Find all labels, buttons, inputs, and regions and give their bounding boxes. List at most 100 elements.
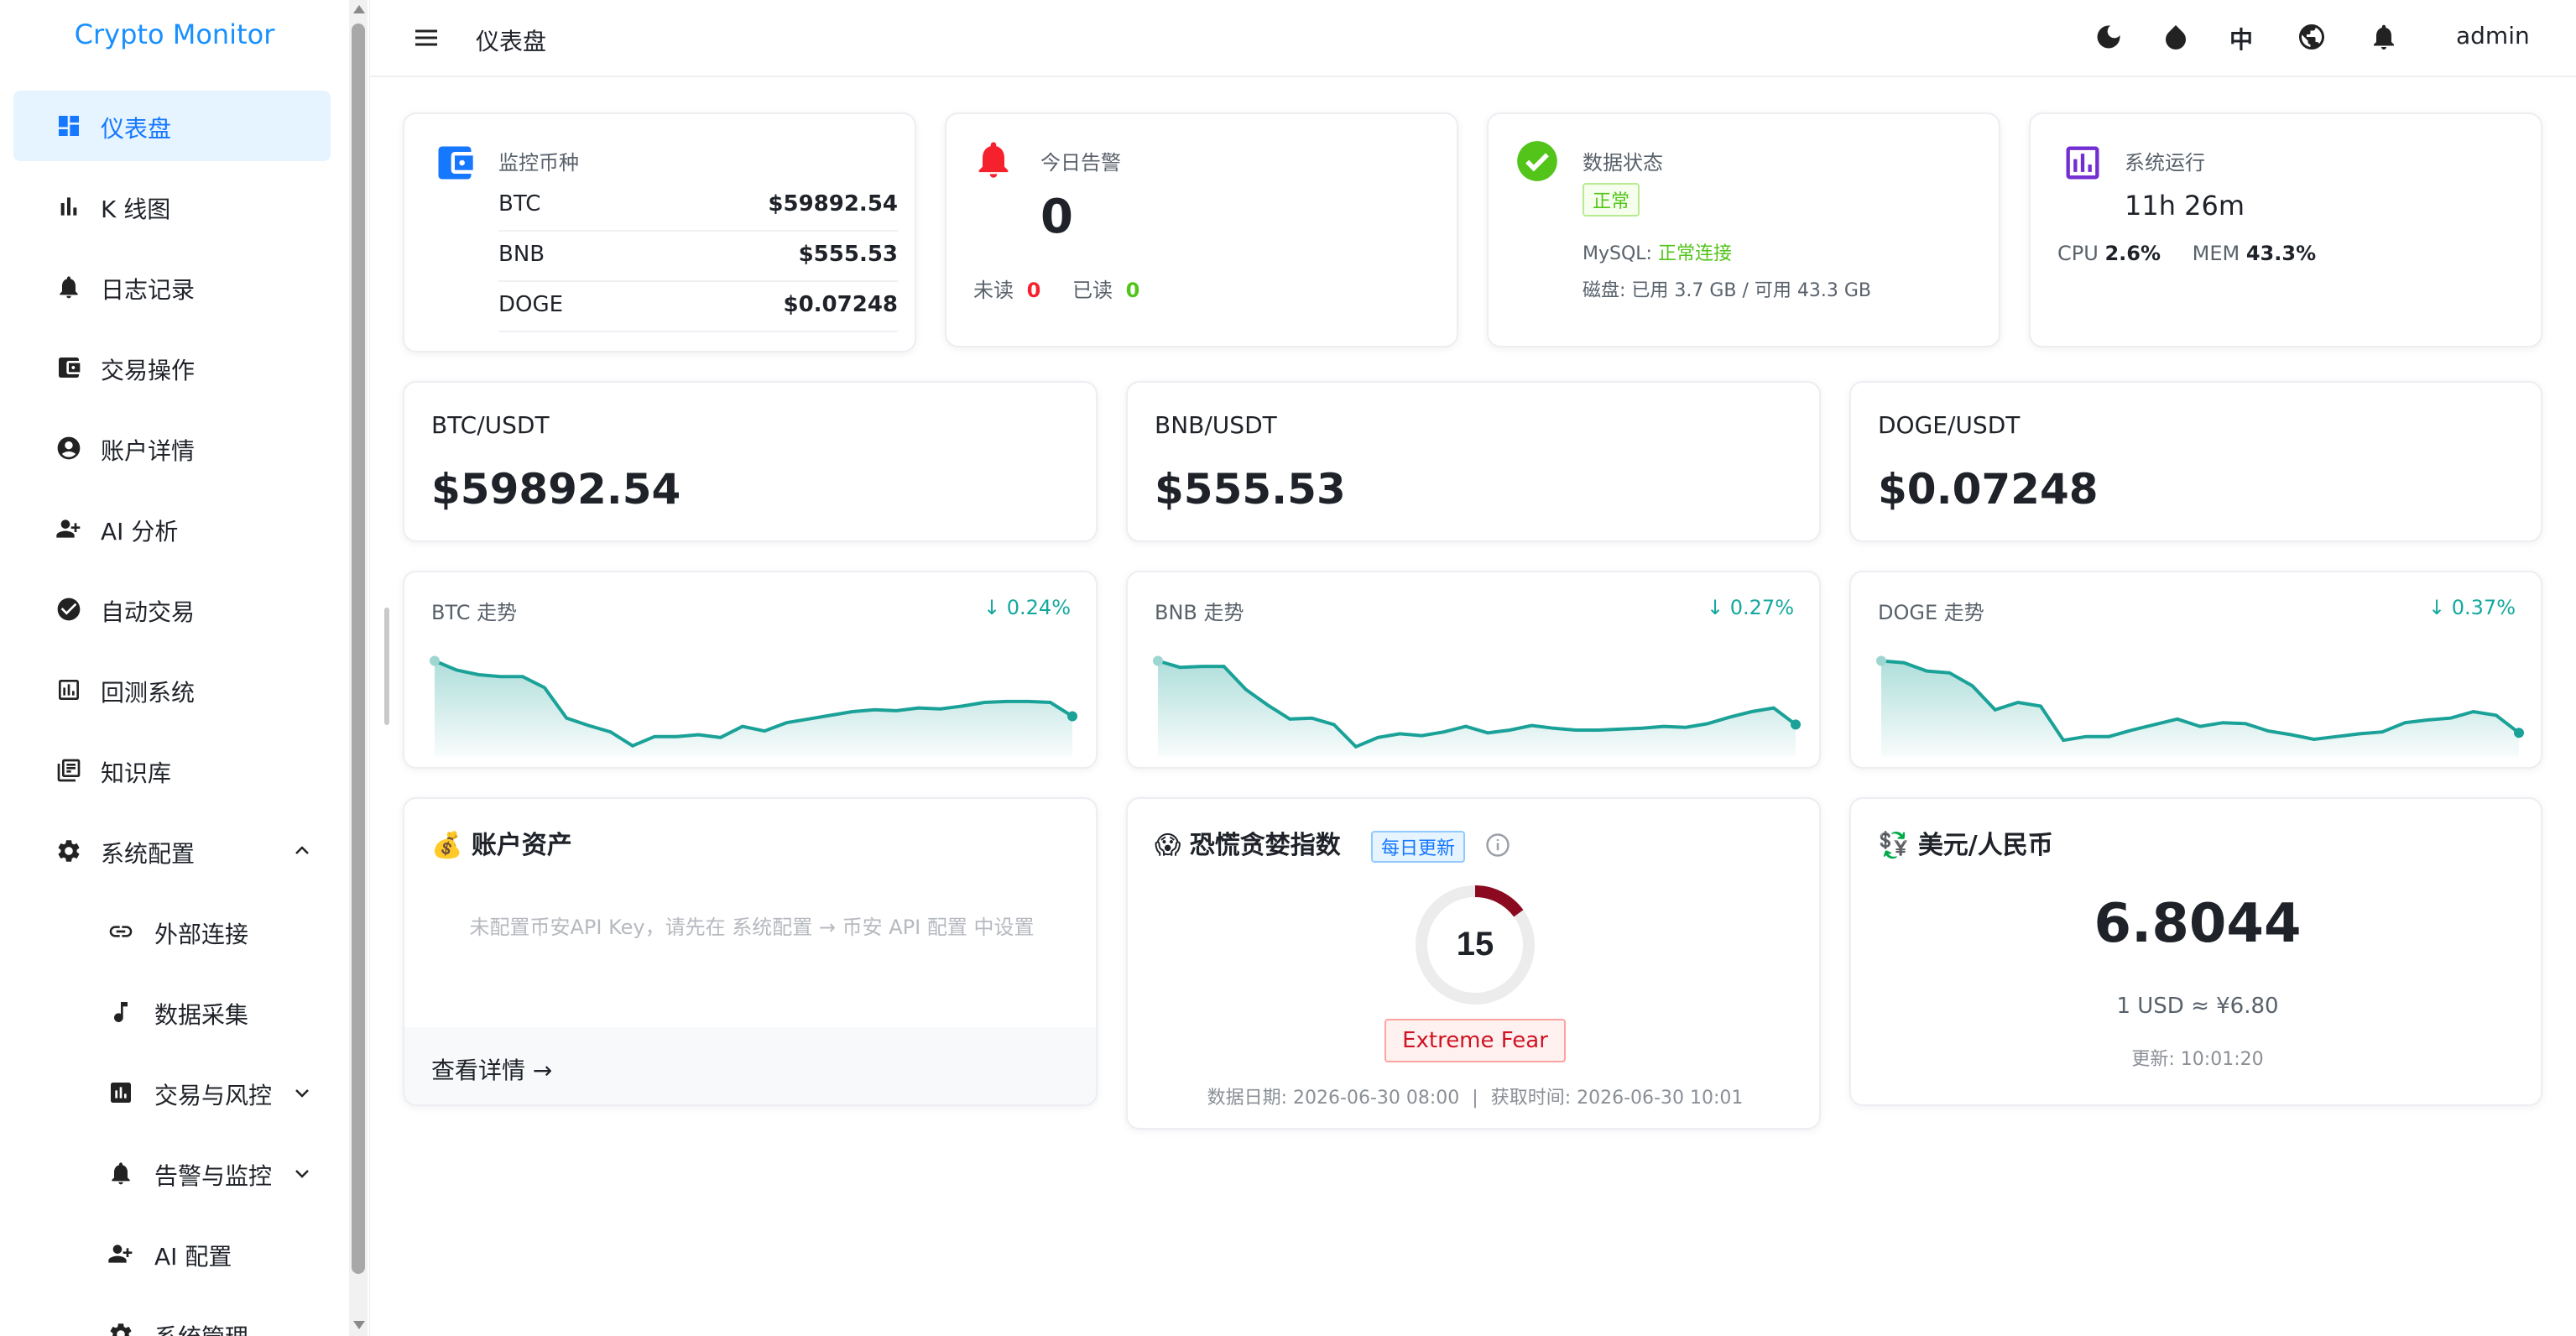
sidebar-item-account[interactable]: 账户详情 (13, 413, 331, 483)
pair-price-card-bnb[interactable]: BNB/USDT $555.53 (1126, 381, 1821, 542)
info-icon[interactable] (1485, 832, 1510, 858)
fx-conversion: 1 USD ≈ ¥6.80 (2116, 994, 2279, 1019)
chart-box-icon (59, 680, 79, 700)
book-icon (57, 759, 81, 782)
sidebar-item-backtest[interactable]: 回测系统 (13, 655, 331, 725)
chart-box-icon (111, 1083, 131, 1103)
assets-empty-message: 未配置币安API Key，请先在 系统配置 → 币安 API 配置 中设置 (469, 916, 1035, 939)
system-runtime-card: 系统运行 11h 26m CPU 2.6% MEM 43.3% (2029, 112, 2542, 347)
account-assets-card: 💰 账户资产 未配置币安API Key，请先在 系统配置 → 币安 API 配置… (403, 797, 1098, 1106)
scrollbar-thumb[interactable] (352, 23, 365, 1274)
chevron-down-icon (295, 1089, 309, 1098)
link-icon (109, 926, 133, 937)
sidebar-item-collect[interactable]: 数据采集 (13, 977, 331, 1047)
sparkline-end-point (1067, 711, 1077, 722)
pair-price: $0.07248 (1878, 465, 2099, 514)
coin-price: $59892.54 (768, 191, 898, 217)
sidebar: Crypto Monitor 仪表盘 K 线图 日志记录 交易操作 账户详情 A… (0, 0, 349, 1336)
card-title: 💰 账户资产 (431, 831, 572, 860)
trend-title: BTC 走势 (431, 601, 518, 624)
alert-count: 0 (1040, 190, 1073, 244)
sidebar-item-trade[interactable]: 交易操作 (13, 332, 331, 403)
sidebar-scrollbar[interactable] (349, 0, 368, 1336)
timestamp-separator: | (1472, 1088, 1478, 1109)
sidebar-item-label: 账户详情 (101, 437, 196, 465)
coin-name: DOGE (498, 292, 564, 317)
sparkline-end-point (1791, 719, 1801, 730)
check-circle-icon (57, 598, 81, 621)
globe-icon[interactable] (2297, 22, 2327, 52)
sidebar-item-autotrade[interactable]: 自动交易 (13, 574, 331, 645)
sidebar-item-logs[interactable]: 日志记录 (13, 252, 331, 322)
language-switch[interactable]: 中 (2229, 22, 2253, 55)
sparkline-area (1158, 660, 1796, 757)
sidebar-item-dashboard[interactable]: 仪表盘 (13, 91, 331, 161)
trend-card-bnb[interactable]: BNB 走势 ↓ 0.27% (1126, 571, 1821, 769)
app-logo[interactable]: Crypto Monitor (0, 18, 349, 50)
status-badge: 正常 (1583, 183, 1640, 217)
sparkline-end-point (2514, 728, 2524, 738)
read-label: 已读 (1072, 279, 1113, 302)
sidebar-item-sysadmin[interactable]: 系统管理 (13, 1299, 331, 1336)
chart-box-icon (2066, 146, 2099, 180)
alert-bell-icon (978, 142, 1009, 178)
sidebar-item-settings[interactable]: 系统配置 (13, 816, 331, 886)
sidebar-item-kline[interactable]: K 线图 (13, 171, 331, 242)
mem-value: 43.3% (2245, 242, 2317, 265)
sidebar-item-ai[interactable]: AI 分析 (13, 493, 331, 564)
pair-price-card-doge[interactable]: DOGE/USDT $0.07248 (1849, 381, 2542, 542)
scream-emoji-icon: 😱 (1155, 831, 1181, 860)
scroll-up-arrow-icon[interactable] (353, 5, 365, 13)
sidebar-item-alerts[interactable]: 告警与监控 (13, 1138, 331, 1208)
sidebar-divider (369, 0, 370, 1336)
coin-price: $555.53 (798, 242, 898, 267)
sidebar-item-label: 日志记录 (101, 276, 196, 304)
mem-label: MEM (2192, 242, 2240, 265)
sidebar-resize-handle[interactable] (384, 608, 389, 725)
theme-drop-icon[interactable] (2161, 22, 2191, 52)
sidebar-item-risk[interactable]: 交易与风控 (13, 1057, 331, 1128)
assets-footer: 查看详情 → (404, 1027, 1096, 1104)
pair-name: DOGE/USDT (1878, 411, 2021, 439)
bar-chart-icon (60, 197, 77, 216)
coin-row: BNB $555.53 (498, 232, 898, 282)
pair-name: BNB/USDT (1155, 411, 1277, 439)
pair-price-card-btc[interactable]: BTC/USDT $59892.54 (403, 381, 1098, 542)
mysql-status: MySQL: 正常连接 (1583, 238, 1732, 265)
money-icon: 💱 (1878, 831, 1910, 860)
moon-icon[interactable] (2094, 22, 2124, 52)
sidebar-item-label: 仪表盘 (101, 115, 172, 143)
bell-icon (112, 1162, 130, 1185)
alert-read-summary: 未读 0 已读 0 (973, 274, 1139, 303)
sidebar-item-label: 交易与风控 (154, 1082, 273, 1109)
pair-price: $59892.54 (431, 465, 681, 514)
wallet-icon (438, 146, 473, 180)
menu-toggle-icon[interactable] (414, 29, 439, 47)
view-details-link[interactable]: 查看详情 → (431, 1052, 552, 1086)
scroll-down-arrow-icon[interactable] (353, 1321, 365, 1329)
mysql-value: 正常连接 (1657, 243, 1732, 264)
fx-updated: 更新: 10:01:20 (2131, 1049, 2264, 1070)
user-menu[interactable]: admin (2456, 22, 2530, 50)
dashboard-icon (59, 116, 79, 136)
unread-label: 未读 (973, 279, 1014, 302)
sidebar-item-external[interactable]: 外部连接 (13, 896, 331, 967)
card-title: 💱 美元/人民币 (1878, 831, 2053, 860)
read-count: 0 (1125, 279, 1140, 302)
sidebar-item-label: 系统管理 (154, 1319, 248, 1336)
card-title: 数据状态 (1583, 151, 1663, 175)
sidebar-item-knowledge[interactable]: 知识库 (13, 735, 331, 806)
trend-sparkline (1153, 655, 1801, 757)
coin-name: BNB (498, 242, 545, 267)
trend-card-doge[interactable]: DOGE 走势 ↓ 0.37% (1849, 571, 2542, 769)
app-root: Crypto Monitor 仪表盘 K 线图 日志记录 交易操作 账户详情 A… (0, 0, 2576, 1336)
trend-card-btc[interactable]: BTC 走势 ↓ 0.24% (403, 571, 1098, 769)
sidebar-item-ai-config[interactable]: AI 配置 (13, 1219, 331, 1289)
fear-greed-label: Extreme Fear (1384, 1019, 1566, 1062)
sparkline-area (1881, 660, 2519, 757)
data-status-card: 数据状态 正常 MySQL: 正常连接 磁盘: 已用 3.7 GB / 可用 4… (1487, 112, 2000, 347)
coin-price: $0.07248 (783, 292, 898, 317)
page-title: 仪表盘 (476, 28, 547, 55)
notification-bell-icon[interactable] (2369, 22, 2399, 52)
top-header: 仪表盘 中 admin (370, 0, 2576, 77)
